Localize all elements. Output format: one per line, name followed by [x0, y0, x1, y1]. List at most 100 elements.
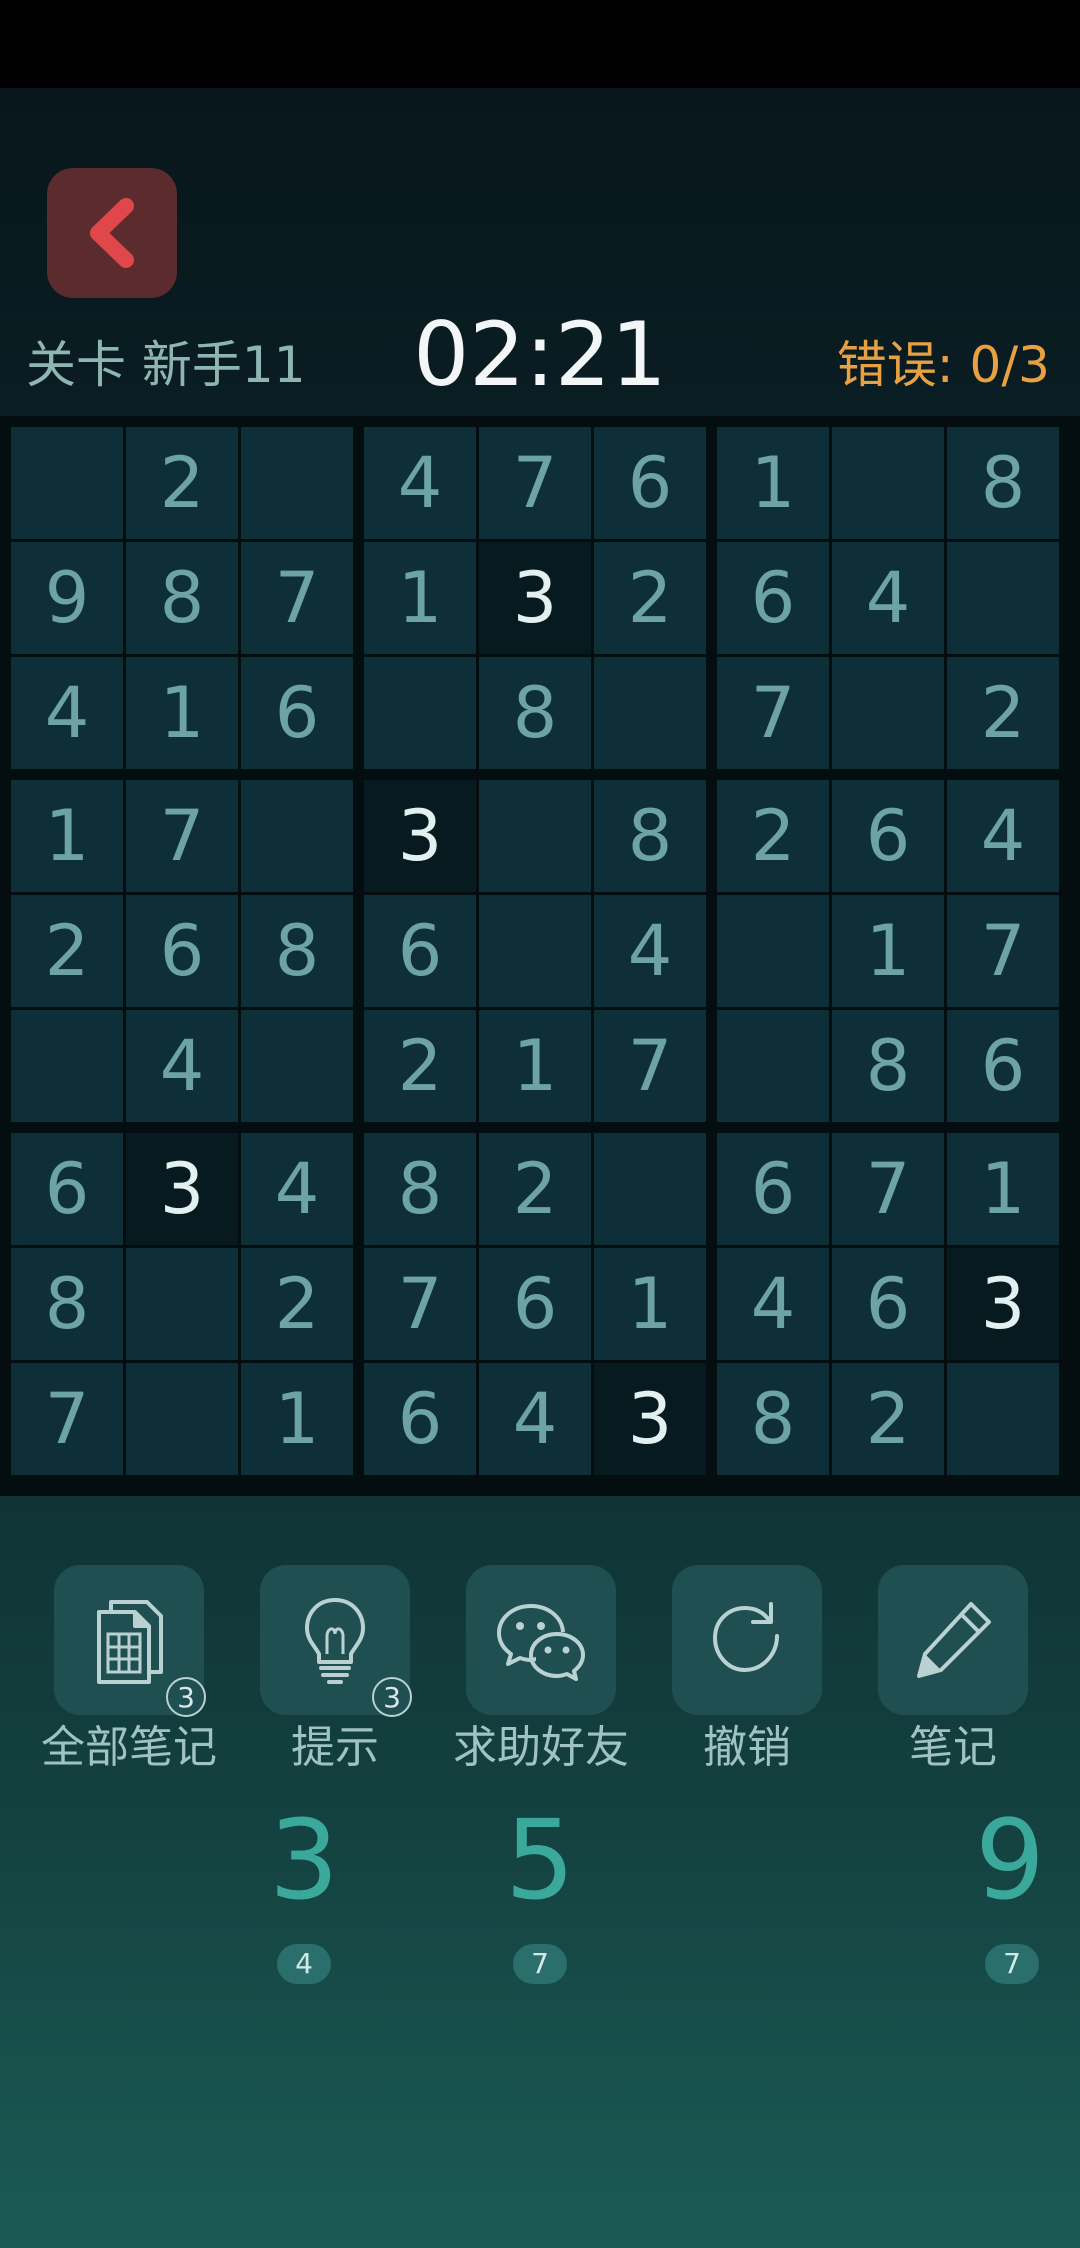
- sudoku-cell[interactable]: [717, 895, 829, 1007]
- sudoku-cell[interactable]: 7: [594, 1010, 706, 1122]
- sudoku-cell[interactable]: 2: [947, 657, 1059, 769]
- sudoku-cell[interactable]: 6: [364, 895, 476, 1007]
- sudoku-cell[interactable]: 6: [594, 427, 706, 539]
- sudoku-cell[interactable]: [126, 1363, 238, 1475]
- sudoku-cell[interactable]: 6: [364, 1363, 476, 1475]
- sudoku-cell[interactable]: 1: [947, 1133, 1059, 1245]
- sudoku-cell[interactable]: 1: [832, 895, 944, 1007]
- sudoku-cell[interactable]: 4: [241, 1133, 353, 1245]
- sudoku-cell[interactable]: 1: [11, 780, 123, 892]
- hint-badge: 3: [372, 1677, 412, 1717]
- sudoku-cell[interactable]: 6: [947, 1010, 1059, 1122]
- sudoku-cell[interactable]: 4: [126, 1010, 238, 1122]
- sudoku-cell[interactable]: 4: [479, 1363, 591, 1475]
- sudoku-cell[interactable]: 3: [126, 1133, 238, 1245]
- sudoku-cell[interactable]: 4: [947, 780, 1059, 892]
- sudoku-cell[interactable]: 6: [241, 657, 353, 769]
- sudoku-cell[interactable]: 1: [479, 1010, 591, 1122]
- sudoku-cell[interactable]: 2: [832, 1363, 944, 1475]
- sudoku-cell[interactable]: 6: [11, 1133, 123, 1245]
- sudoku-cell[interactable]: [241, 427, 353, 539]
- number-9-remaining: 7: [985, 1944, 1039, 1984]
- sudoku-cell[interactable]: 8: [479, 657, 591, 769]
- sudoku-cell[interactable]: 2: [717, 780, 829, 892]
- sudoku-cell[interactable]: [241, 1010, 353, 1122]
- sudoku-cell[interactable]: 7: [11, 1363, 123, 1475]
- sudoku-cell[interactable]: 6: [479, 1248, 591, 1360]
- back-button[interactable]: [47, 168, 177, 298]
- sudoku-cell[interactable]: 6: [832, 780, 944, 892]
- sudoku-cell[interactable]: 8: [241, 895, 353, 1007]
- sudoku-cell[interactable]: 2: [364, 1010, 476, 1122]
- sudoku-cell[interactable]: 2: [11, 895, 123, 1007]
- sudoku-cell[interactable]: 2: [126, 427, 238, 539]
- ask-friend-button[interactable]: [466, 1565, 616, 1715]
- sudoku-cell[interactable]: 3: [479, 542, 591, 654]
- level-label: 关卡 新手11: [26, 336, 306, 394]
- sudoku-cell[interactable]: 6: [126, 895, 238, 1007]
- sudoku-cell[interactable]: 4: [832, 542, 944, 654]
- error-counter: 错误: 0/3: [836, 336, 1050, 394]
- wechat-icon: [497, 1604, 585, 1681]
- notes-toggle-button[interactable]: [878, 1565, 1028, 1715]
- number-key-5[interactable]: 5: [480, 1795, 600, 1925]
- all-notes-button[interactable]: 3: [54, 1565, 206, 1717]
- sudoku-cell[interactable]: [947, 542, 1059, 654]
- number-5-remaining: 7: [513, 1944, 567, 1984]
- sudoku-cell[interactable]: 7: [947, 895, 1059, 1007]
- sudoku-cell[interactable]: [594, 657, 706, 769]
- sudoku-cell[interactable]: 7: [479, 427, 591, 539]
- sudoku-cell[interactable]: 3: [947, 1248, 1059, 1360]
- sudoku-cell[interactable]: [594, 1133, 706, 1245]
- sudoku-cell[interactable]: [832, 657, 944, 769]
- sudoku-cell[interactable]: 1: [594, 1248, 706, 1360]
- sudoku-cell[interactable]: 1: [364, 542, 476, 654]
- number-key-9[interactable]: 9: [950, 1795, 1070, 1925]
- sudoku-cell[interactable]: [947, 1363, 1059, 1475]
- sudoku-cell[interactable]: 7: [126, 780, 238, 892]
- sudoku-cell[interactable]: 7: [717, 657, 829, 769]
- sudoku-cell[interactable]: 6: [832, 1248, 944, 1360]
- sudoku-cell[interactable]: 4: [717, 1248, 829, 1360]
- sudoku-cell[interactable]: 1: [717, 427, 829, 539]
- sudoku-cell[interactable]: 4: [364, 427, 476, 539]
- sudoku-cell[interactable]: 8: [717, 1363, 829, 1475]
- sudoku-cell[interactable]: 2: [479, 1133, 591, 1245]
- sudoku-cell[interactable]: 8: [947, 427, 1059, 539]
- sudoku-cell[interactable]: [11, 1010, 123, 1122]
- number-key-3[interactable]: 3: [244, 1795, 364, 1925]
- sudoku-cell[interactable]: 6: [717, 1133, 829, 1245]
- undo-button[interactable]: [672, 1565, 822, 1715]
- sudoku-cell[interactable]: 7: [364, 1248, 476, 1360]
- sudoku-cell[interactable]: [364, 657, 476, 769]
- undo-icon: [712, 1602, 779, 1673]
- sudoku-cell[interactable]: 3: [364, 780, 476, 892]
- sudoku-cell[interactable]: 2: [241, 1248, 353, 1360]
- sudoku-cell[interactable]: 1: [126, 657, 238, 769]
- sudoku-cell[interactable]: 2: [594, 542, 706, 654]
- sudoku-cell[interactable]: 7: [832, 1133, 944, 1245]
- sudoku-cell[interactable]: 8: [11, 1248, 123, 1360]
- sudoku-cell[interactable]: 1: [241, 1363, 353, 1475]
- sudoku-cell[interactable]: [479, 895, 591, 1007]
- hint-button[interactable]: 3: [260, 1565, 412, 1717]
- sudoku-cell[interactable]: [126, 1248, 238, 1360]
- ask-friend-label: 求助好友: [453, 1722, 629, 1773]
- sudoku-cell[interactable]: 7: [241, 542, 353, 654]
- sudoku-cell[interactable]: [479, 780, 591, 892]
- sudoku-cell[interactable]: 3: [594, 1363, 706, 1475]
- sudoku-cell[interactable]: [11, 427, 123, 539]
- sudoku-cell[interactable]: [241, 780, 353, 892]
- chevron-left-icon: [90, 198, 134, 268]
- sudoku-cell[interactable]: 9: [11, 542, 123, 654]
- sudoku-cell[interactable]: 6: [717, 542, 829, 654]
- sudoku-cell[interactable]: [717, 1010, 829, 1122]
- sudoku-cell[interactable]: 8: [594, 780, 706, 892]
- sudoku-cell[interactable]: 4: [11, 657, 123, 769]
- sudoku-cell[interactable]: 4: [594, 895, 706, 1007]
- sudoku-cell[interactable]: 8: [832, 1010, 944, 1122]
- sudoku-cell[interactable]: 8: [126, 542, 238, 654]
- status-bar: [0, 0, 1080, 88]
- sudoku-cell[interactable]: [832, 427, 944, 539]
- sudoku-cell[interactable]: 8: [364, 1133, 476, 1245]
